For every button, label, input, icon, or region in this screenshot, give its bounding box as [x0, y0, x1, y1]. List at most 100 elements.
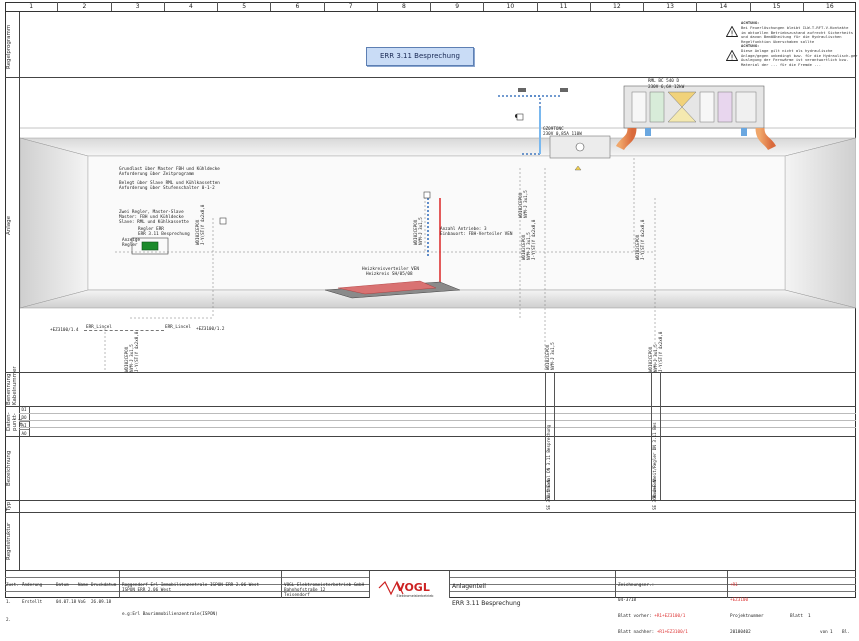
plus-r1: +R1: [730, 582, 738, 588]
row-divider: [5, 372, 856, 373]
row-label-regelprogramm: Regelprogramm: [6, 24, 12, 70]
row-label-regelstruktur: Regelstruktur: [6, 522, 12, 560]
note-slave: Belegt über Slave RML und Kühlkassetten …: [119, 181, 220, 191]
column-number: 8: [378, 2, 431, 11]
column-number: 2: [58, 2, 112, 11]
cable-tag-ahu: WDI02CEPOX J-Y(ST)Y 4x2x0,8: [635, 219, 645, 260]
column-number: 9: [431, 2, 485, 11]
controller-box: [141, 241, 159, 251]
rev-header-aenderung: Änderung: [22, 581, 43, 587]
type-ahu: SE 360 4-E-N: [652, 479, 657, 510]
bl-label: Bl.: [842, 630, 850, 636]
column-number: 5: [218, 2, 272, 11]
vav-sub: 230V 0,85A 110W: [543, 132, 582, 137]
column-number: 12: [591, 2, 644, 11]
warning-2-text: Diese Anlage gilt nicht als hydraulische…: [741, 48, 858, 67]
blatt-vorher[interactable]: +R1+EZ3100/1: [654, 614, 685, 619]
row-label-anlage: Anlage: [6, 215, 12, 235]
drawing-title-main: Anlagenteil: [452, 582, 486, 590]
datapoint-type-column: DI DO AI AO: [19, 406, 30, 436]
cable-label-err2: ERR_Lincel: [165, 325, 191, 330]
drawing-title-block: Anlagenteil ERR 3.11 Besprechung: [450, 571, 616, 607]
rev-cell: 04.07.18: [56, 599, 77, 605]
warning-icon: !: [726, 50, 738, 61]
note-master-slave: Zwei Regler, Master-Slave Master: FBH un…: [119, 210, 189, 225]
column-number: 1: [5, 2, 59, 11]
column-number: 15: [751, 2, 804, 11]
row-divider: [5, 500, 856, 501]
project-block: Roggendorf Erl Immobilienzentrale ISPON …: [120, 571, 282, 617]
company-block: VOGL Elektromeisterbetrieb GmbH Bahnhofs…: [282, 571, 370, 598]
vogl-logo: VOGL Elektromeisterbetrieb: [378, 580, 434, 598]
cable-label-left: +EZ3100/1.4: [50, 328, 79, 333]
cable-tag-valve: WDI02CEPOX NYM-J 3x1,5: [413, 217, 423, 245]
project-name: Roggendorf Erl Immobilienzentrale ISPON …: [122, 582, 260, 593]
projektnr: 20180402: [730, 630, 751, 636]
dp-type-ao: AO: [21, 431, 27, 436]
row-label-benennung: Benennung Kabelnummer: [6, 366, 18, 405]
blatt-vorher-label: Blatt vorher:: [618, 614, 652, 620]
row-divider: [5, 512, 856, 513]
cable-tag-lower-vav: WDI02CEPOX NYM-J 3x1,5: [545, 342, 555, 370]
rev-header-zust: Zust.: [6, 581, 19, 587]
valve-actuator-icon: [423, 191, 431, 199]
rev-cell: 1.: [6, 599, 12, 605]
project-number-block: +R1 +EZ3100 Projektnummer Blatt 1 201804…: [728, 571, 856, 636]
thermostat-icon: [219, 217, 227, 225]
controller-sub: ERR 3.11 Besprechung: [138, 232, 190, 237]
company-address: VOGL Elektromeisterbetrieb GmbH Bahnhofs…: [284, 582, 365, 599]
cable-tag-thermostat: WDI02CEPOX J-Y(ST)Y 4x2x0,8: [195, 204, 205, 245]
svg-text:!: !: [731, 53, 734, 61]
cable-label-right: +EZ3100/1.2: [196, 327, 225, 332]
column-number: 11: [538, 2, 591, 11]
cable-tag-lower-ahu: WDI02CEPOX NYM-J 3x1,5 J-Y(ST)Y 4x2x0,8: [648, 331, 663, 372]
column-number: 6: [271, 2, 325, 11]
blatt-value: 1: [808, 614, 811, 620]
logo-block: VOGL Elektromeisterbetrieb: [370, 571, 450, 598]
rev-header-name: Name: [78, 581, 89, 587]
plan-title-button[interactable]: ERR 3.11 Besprechung: [366, 47, 474, 66]
rev-cell: Erstellt: [22, 599, 43, 605]
column-number: 16: [826, 3, 834, 10]
drive-location: Einbauort: FBH-Verteiler VEN: [440, 232, 513, 237]
cable-tag-vav-bus: WDI02CEPOX NYM-J 3x1,5 J-Y(ST)Y 4x2x0,8: [521, 219, 536, 260]
row-label-bezeichnung: Bezeichnung: [6, 450, 12, 486]
column-number: 14: [697, 2, 751, 11]
logo-text: VOGL: [396, 581, 430, 594]
drawing-no: 04-3718: [618, 598, 637, 604]
drawing-title-sub: ERR 3.11 Besprechung: [452, 600, 521, 608]
note-master: Grundlast über Master FBH und Kühldecke …: [119, 167, 220, 177]
row-label-datenpunkt: Daten- punkt- art: [6, 412, 24, 432]
von-value: 1: [830, 630, 833, 636]
project-name-2: e.g:Erl Baurimmobilienzentrale(ISPON): [122, 611, 218, 617]
dp-subdivider: [19, 427, 856, 428]
column-number: 13: [644, 2, 698, 11]
rev-header-datum: Datum: [56, 581, 69, 587]
von-label: von: [820, 630, 828, 636]
revision-table: Zust. Änderung Datum Name Druckdatum 1. …: [5, 571, 120, 622]
row-divider: [5, 406, 856, 407]
svg-text:!: !: [731, 29, 734, 37]
column-ruler: 1 2 3 4 5 6 7 8 9 10 11 12 13 14 15 16: [5, 2, 856, 12]
dp-subdivider: [19, 413, 856, 414]
cable-tag-controller: WDI02CEPOX NYM-J 3x1,5 J-Y(ST)Y 4x2x0,8: [124, 331, 139, 372]
column-number: 10: [484, 2, 538, 11]
warning-1-text: Bei Feuerlöschungen bleibt ILW-T-RFT-V-K…: [741, 25, 854, 44]
rev-header-druckdatum: Druckdatum: [91, 581, 117, 587]
drawing-no-label: Zeichnungsnr.:: [618, 582, 655, 588]
logo-subtext: Elektromeisterbetrieb: [397, 594, 434, 598]
row-label-typ: Typ: [6, 501, 12, 511]
blatt-nachher[interactable]: +R1+EZ3100/1: [657, 630, 688, 635]
sensor-icon: [516, 113, 524, 121]
type-vav: SE 360 4-E-N: [546, 479, 551, 510]
column-number: 3: [112, 2, 165, 11]
sheet-info-block: Zeichnungsnr.: 04-3718 Blatt vorher: +R1…: [616, 571, 728, 635]
manifold-sub: Heizkreis SH/05/08: [366, 272, 413, 277]
ahu-label: RML BC 540 D: [648, 79, 680, 84]
ez-label: +EZ3100: [730, 598, 749, 604]
dp-subdivider: [19, 420, 856, 421]
dp-type-ai: AI: [19, 422, 29, 430]
rev-cell: 2.: [6, 616, 12, 622]
blatt-nachher-label: Blatt nachher:: [618, 630, 655, 636]
warning-icon: !: [726, 26, 738, 37]
